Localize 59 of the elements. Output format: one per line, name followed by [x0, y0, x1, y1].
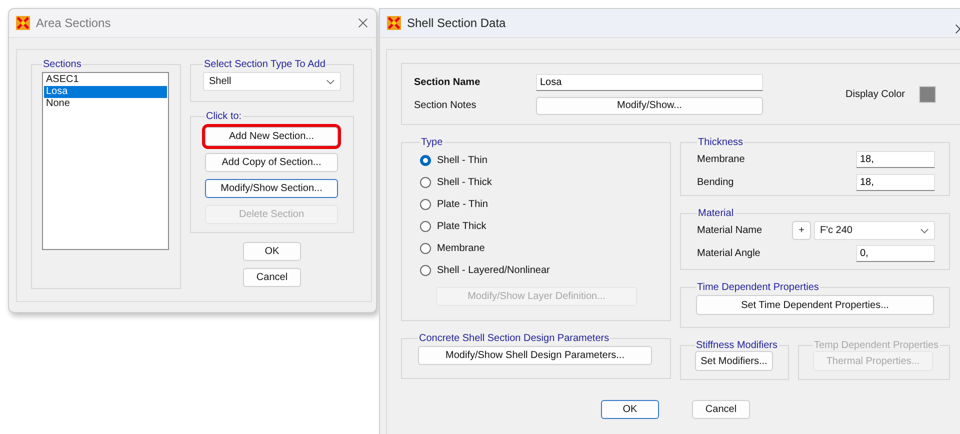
material-dropdown[interactable]: F'c 240 [814, 221, 935, 240]
radio-button[interactable] [420, 198, 431, 210]
radio-label: Shell - Thin [437, 154, 488, 166]
add-button[interactable]: + [792, 221, 811, 240]
window-title: Shell Section Data [407, 16, 506, 30]
color-swatch[interactable] [919, 86, 936, 102]
radio-label: Shell - Thick [437, 176, 492, 188]
group-label: Thickness [698, 137, 744, 148]
radio-label: Plate - Thin [437, 198, 488, 210]
caret-icon [920, 228, 929, 234]
field-label: Material Name [697, 225, 762, 236]
section-type-dropdown[interactable]: Shell [203, 72, 341, 91]
radio-button[interactable] [420, 242, 431, 254]
group-label: Temp Dependent Properties [814, 340, 939, 351]
action-button[interactable]: Add Copy of Section... [205, 153, 338, 172]
thickness-field[interactable]: 18, [856, 174, 935, 191]
caret-icon [326, 78, 335, 84]
design-button[interactable]: Modify/Show Shell Design Parameters... [418, 346, 652, 365]
modifiers-button[interactable]: Set Modifiers... [695, 351, 773, 371]
close-icon[interactable] [358, 18, 368, 28]
time-properties-button[interactable]: Set Time Dependent Properties... [696, 295, 934, 315]
section-list[interactable]: ASEC1 Losa None [42, 72, 169, 250]
field-label: Bending [697, 177, 734, 188]
cross-logo-icon [387, 16, 401, 30]
list-item[interactable]: ASEC1 [44, 74, 167, 86]
group-label: Select Section Type To Add [204, 59, 326, 70]
cross-logo-icon [16, 16, 30, 30]
list-item[interactable]: None [44, 98, 167, 110]
group-label: Material [698, 208, 734, 219]
field-label: Section Notes [414, 100, 478, 111]
field-label: Membrane [697, 154, 745, 165]
group-label: Type [421, 137, 443, 148]
group-label: Time Dependent Properties [697, 282, 819, 293]
dialog-button[interactable]: Cancel [692, 400, 750, 419]
field-label: Display Color [846, 88, 905, 100]
group-label: Click to: [206, 111, 242, 122]
field-label: Material Angle [697, 248, 760, 259]
list-item[interactable]: Losa [44, 86, 167, 98]
radio-label: Shell - Layered/Nonlinear [437, 264, 550, 276]
group-label: Concrete Shell Section Design Parameters [419, 333, 610, 344]
thickness-field[interactable]: 18, [856, 151, 935, 168]
dialog-button[interactable]: Cancel [243, 268, 301, 287]
window-title: Area Sections [36, 16, 111, 30]
notes-button[interactable]: Modify/Show... [536, 96, 763, 114]
group-label: Sections [43, 59, 82, 70]
radio-button[interactable] [420, 176, 431, 188]
dialog-button[interactable]: OK [601, 400, 659, 419]
radio-label: Membrane [437, 242, 485, 254]
angle-field[interactable]: 0, [856, 245, 935, 262]
dialog-button[interactable]: OK [243, 242, 301, 261]
section-name-field[interactable]: Losa [536, 74, 763, 90]
group-label: Stiffness Modifiers [696, 340, 778, 351]
radio-button[interactable] [420, 264, 431, 276]
action-button[interactable]: Modify/Show Section... [205, 179, 338, 198]
radio-button[interactable] [420, 220, 431, 232]
radio-label: Plate Thick [437, 220, 486, 232]
action-button[interactable]: Add New Section... [205, 127, 338, 146]
radio-button[interactable] [420, 154, 431, 166]
field-label: Section Name [414, 76, 482, 88]
